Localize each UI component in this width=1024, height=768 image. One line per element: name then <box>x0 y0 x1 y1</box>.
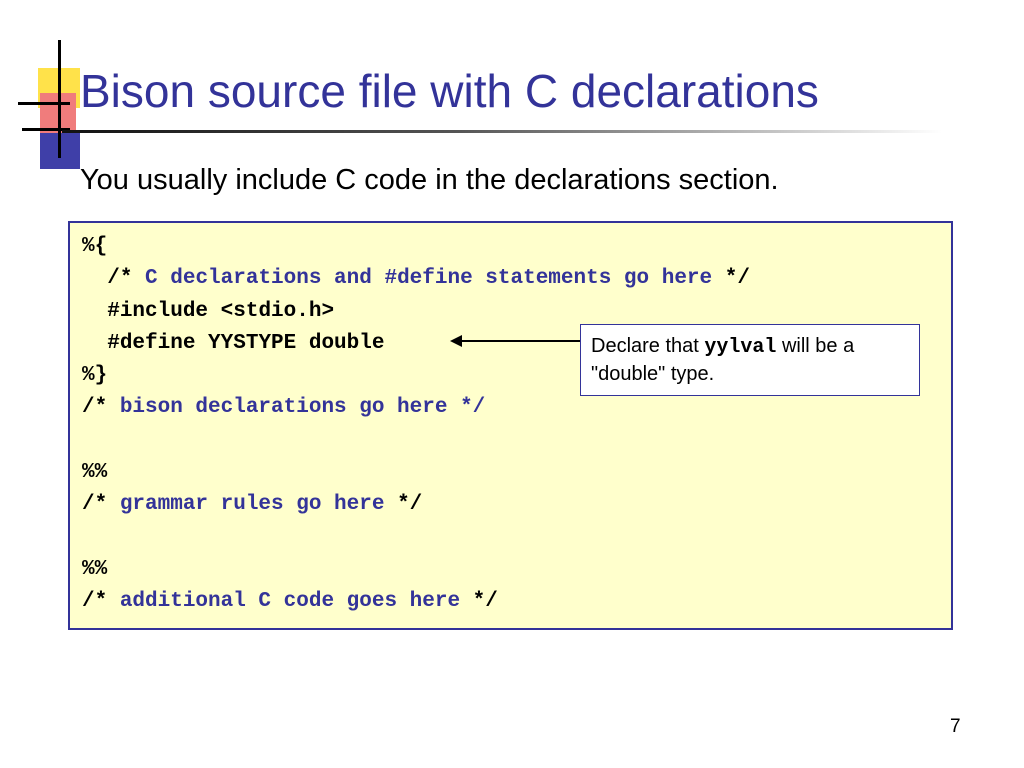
page-number: 7 <box>950 716 961 737</box>
code-line: %% <box>82 554 951 586</box>
code-text: #include <stdio.h> <box>107 299 335 323</box>
code-text-end: */ <box>724 267 750 291</box>
code-text: #define YYSTYPE double <box>107 331 385 355</box>
code-text: /* <box>107 267 146 291</box>
title-underline <box>62 130 942 133</box>
code-block: %{ /* C declarations and #define stateme… <box>68 221 953 630</box>
code-comment: C declarations and #define statements go… <box>145 267 725 291</box>
code-text: /* <box>82 396 120 420</box>
callout-box: Declare that yylval will be a "double" t… <box>580 324 920 396</box>
code-text: %} <box>82 364 108 388</box>
code-text: /* <box>82 493 120 517</box>
code-text-end: */ <box>472 590 498 614</box>
slide-subtitle: You usually include C code in the declar… <box>80 164 779 196</box>
callout-code: yylval <box>704 336 777 359</box>
callout-arrow-icon <box>450 335 582 347</box>
code-line: /* grammar rules go here */ <box>82 489 951 521</box>
callout-text-before: Declare that <box>591 335 705 357</box>
code-text: %% <box>82 557 108 581</box>
code-line: /* bison declarations go here */ <box>82 392 951 424</box>
code-comment: additional C code goes here <box>119 590 473 614</box>
code-text: /* <box>82 590 120 614</box>
code-line: /* C declarations and #define statements… <box>82 263 951 295</box>
code-line: %% <box>82 457 951 489</box>
code-comment: bison declarations go here */ <box>119 396 486 420</box>
code-text-end: */ <box>397 493 423 517</box>
slide-title: Bison source file with C declarations <box>80 65 819 117</box>
logo-vertical-line <box>58 40 61 158</box>
code-text: %% <box>82 461 108 485</box>
logo-horizontal-line <box>18 102 70 105</box>
code-line: /* additional C code goes here */ <box>82 586 951 618</box>
code-text: %{ <box>82 235 108 258</box>
code-line: %{ <box>82 231 951 263</box>
code-comment: grammar rules go here <box>119 493 398 517</box>
